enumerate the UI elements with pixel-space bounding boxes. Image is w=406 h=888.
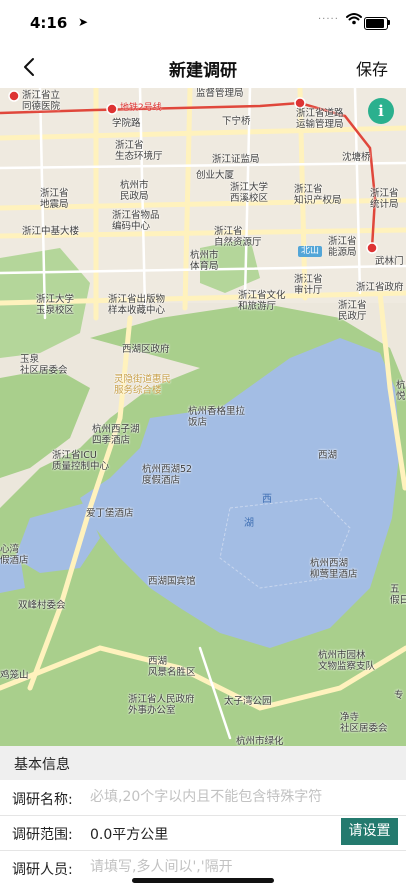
map-label: 杭州市 体育局: [190, 250, 219, 272]
map-label: 浙江省 地震局: [40, 188, 69, 210]
status-bar: 4:16 ➤ ·····: [0, 0, 406, 44]
map-label: 学院路: [112, 118, 141, 129]
battery-icon: [364, 17, 388, 30]
map-label: 杭州香格里拉 饭店: [188, 406, 246, 428]
survey-range-label: 调研范围:: [12, 827, 73, 843]
status-time: 4:16: [30, 14, 68, 32]
map-label: 爱丁堡酒店: [86, 508, 134, 519]
map-view[interactable]: 浙江省立 同德医院 地铁2号线 监督管理局 学院路 浙江省道路 运输管理局 浙江…: [0, 88, 406, 746]
survey-name-row: 调研名称:: [0, 780, 406, 816]
map-label: 浙江省出版物 样本收藏中心: [108, 294, 166, 316]
map-label: 西湖 风景名胜区: [148, 656, 196, 678]
map-label: 浙江省人民政府 外事办公室: [128, 694, 195, 716]
map-label: 监督管理局: [196, 88, 244, 99]
map-label: 浙江省 自然资源厅: [214, 226, 262, 248]
survey-name-input[interactable]: [90, 786, 390, 808]
map-label: 太子湾公园: [224, 696, 272, 707]
home-indicator: [132, 878, 274, 883]
map-label: 五 假日: [390, 584, 406, 606]
survey-range-row: 调研范围: 0.0平方公里 请设置: [0, 815, 406, 851]
map-label: 双峰村委会: [18, 600, 66, 611]
map-label: 浙江省ICU 质量控制中心: [52, 450, 110, 472]
map-label: 浙江大学 西溪校区: [230, 182, 269, 204]
map-label: 浙江省道路 运输管理局: [296, 108, 344, 130]
map-label: 杭州市绿化: [236, 736, 284, 746]
map-label: 武林门: [375, 256, 404, 267]
chevron-left-icon[interactable]: [14, 52, 44, 82]
map-label: 西: [262, 494, 272, 505]
map-label: 浙江大学 玉泉校区: [36, 294, 75, 316]
map-label: 杭州西湖52 度假酒店: [142, 464, 193, 486]
map-label: 浙江省 审计厅: [294, 274, 323, 296]
map-label: 浙江省政府: [356, 282, 404, 293]
info-icon[interactable]: i: [368, 98, 394, 124]
section-title: 基本信息: [14, 757, 70, 773]
map-label: 创业大厦: [196, 170, 235, 181]
map-label: 杭州市 民政局: [120, 180, 149, 202]
map-label: 杭州市园林 文物监察支队: [318, 650, 376, 672]
map-label: 下宁桥: [222, 116, 251, 127]
map-label: 杭 悦: [396, 380, 406, 402]
map-label: 浙江省 民政厅: [338, 300, 367, 322]
map-label: 北山: [298, 246, 323, 257]
map-label: 西湖国宾馆: [148, 576, 196, 587]
set-range-button[interactable]: 请设置: [341, 818, 398, 845]
map-label: 地铁2号线: [120, 103, 162, 113]
location-arrow-icon: ➤: [78, 15, 89, 29]
map-label: 浙江省 能源局: [328, 236, 357, 258]
save-button[interactable]: 保存: [356, 56, 388, 80]
signal-icon: ·····: [318, 14, 339, 25]
map-label: 西湖: [318, 450, 338, 461]
survey-name-label: 调研名称:: [12, 792, 73, 808]
map-label: 灵隐街道惠民 服务综合楼: [114, 374, 172, 396]
section-header: 基本信息: [0, 746, 406, 780]
map-label: 沈塘桥: [342, 152, 371, 163]
map-label: 浙江证监局: [212, 154, 260, 165]
wifi-icon: [346, 13, 362, 25]
map-label: 湖: [244, 518, 254, 529]
map-label: 浙江省文化 和旅游厅: [238, 290, 286, 312]
survey-people-label: 调研人员:: [12, 862, 73, 878]
map-label: 西湖区政府: [122, 344, 170, 355]
map-label: 浙江省 生态环境厅: [115, 140, 163, 162]
map-label: 专: [394, 690, 404, 701]
map-label: 鸡笼山: [0, 670, 29, 681]
map-label: 心湾 假酒店: [0, 544, 29, 566]
nav-bar: 新建调研 保存: [0, 44, 406, 88]
map-label: 杭州西湖 柳莺里酒店: [310, 558, 358, 580]
map-label: 净寺 社区居委会: [340, 712, 388, 734]
map-label: 玉泉 社区居委会: [20, 354, 68, 376]
battery-tip: [388, 20, 390, 25]
map-label: 浙江省 知识产权局: [294, 184, 342, 206]
map-label: 杭州西子湖 四季酒店: [92, 424, 140, 446]
map-label: 浙江省立 同德医院: [22, 90, 61, 112]
survey-range-value: 0.0平方公里: [90, 827, 169, 843]
page-title: 新建调研: [169, 61, 237, 81]
survey-people-input[interactable]: [90, 856, 390, 878]
map-label: 浙江省 统计局: [370, 188, 399, 210]
map-label: 浙江省物品 编码中心: [112, 210, 160, 232]
map-label: 浙江中基大楼: [22, 226, 80, 237]
